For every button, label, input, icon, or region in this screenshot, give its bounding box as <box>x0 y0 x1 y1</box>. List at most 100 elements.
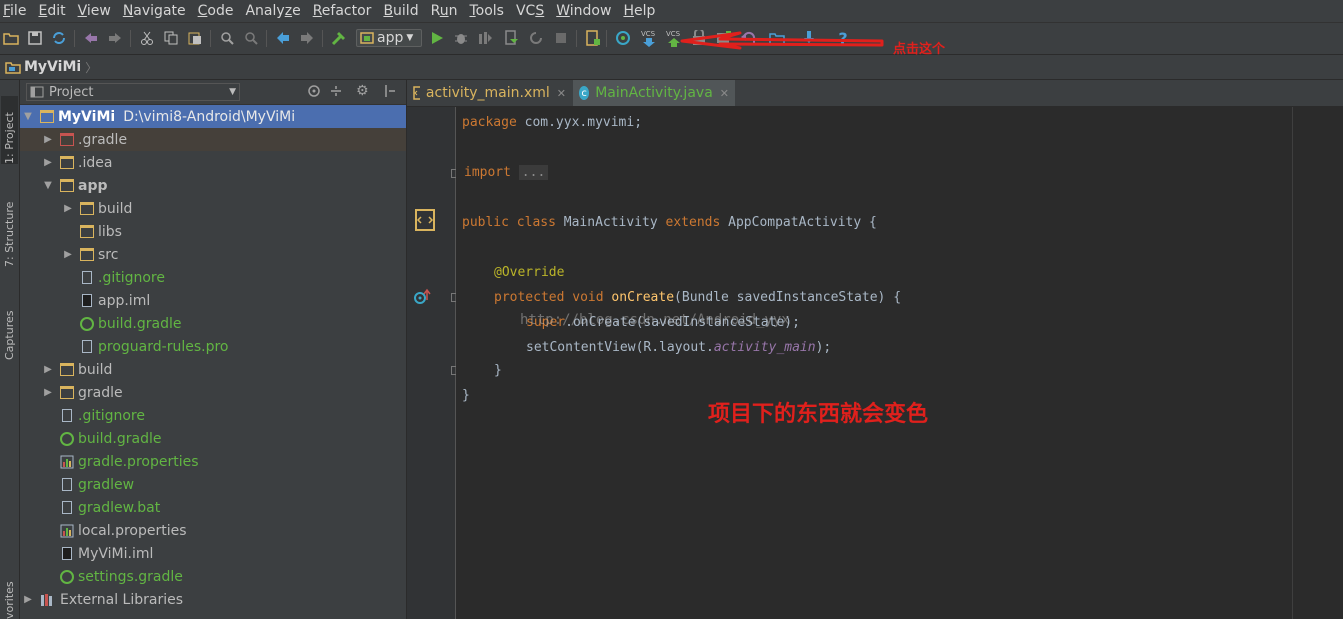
tree-item[interactable]: ▼ app <box>20 174 406 197</box>
project-view-selector[interactable]: Project ▼ <box>26 83 240 101</box>
code-editor[interactable]: package com.yyx.myvimi; import ... publi… <box>456 107 1343 619</box>
editor-gutter <box>407 107 460 619</box>
close-icon[interactable]: ✕ <box>557 87 566 100</box>
menu-refactor[interactable]: Refactor <box>309 3 376 19</box>
find-icon[interactable] <box>218 29 236 47</box>
override-marker-icon[interactable] <box>413 288 433 306</box>
tree-item-label: settings.gradle <box>78 568 183 585</box>
collapse-all-icon[interactable] <box>329 84 343 102</box>
folder-icon <box>80 248 94 261</box>
forward-icon[interactable] <box>298 29 316 47</box>
menu-run[interactable]: Run <box>427 3 462 19</box>
toolbar-separator <box>130 30 131 47</box>
save-all-icon[interactable] <box>26 29 44 47</box>
tree-item[interactable]: ▶ gradle <box>20 381 406 404</box>
scroll-from-source-icon[interactable] <box>307 84 321 102</box>
expand-arrow-icon: ▶ <box>44 134 52 145</box>
sync-gradle-icon[interactable] <box>614 29 632 47</box>
menu-code[interactable]: Code <box>194 3 238 19</box>
project-panel-title: Project <box>49 84 94 100</box>
tab-project-tool[interactable]: 1: Project <box>1 96 18 164</box>
tree-item-label: local.properties <box>78 522 187 539</box>
tree-item[interactable]: ▶ build <box>20 358 406 381</box>
expand-arrow-icon: ▶ <box>44 157 52 168</box>
replace-icon[interactable] <box>242 29 260 47</box>
tree-item-label: .gitignore <box>98 269 165 286</box>
code-line: package com.yyx.myvimi; <box>462 115 643 130</box>
tree-item[interactable]: libs <box>20 220 406 243</box>
tree-item[interactable]: gradlew <box>20 473 406 496</box>
tree-item[interactable]: gradlew.bat <box>20 496 406 519</box>
tab-favorites-tool[interactable]: vorites <box>1 580 18 619</box>
tab-mainactivity-java[interactable]: c MainActivity.java ✕ <box>573 80 735 106</box>
tree-item[interactable]: build.gradle <box>20 312 406 335</box>
redo-icon[interactable] <box>106 29 124 47</box>
run-icon[interactable] <box>428 29 446 47</box>
tool-window-strip: 1: Project 7: Structure Captures vorites <box>0 80 20 619</box>
stop-icon[interactable] <box>552 29 570 47</box>
menu-view[interactable]: View <box>74 3 115 19</box>
hide-panel-icon[interactable] <box>384 84 396 102</box>
undo-icon[interactable] <box>82 29 100 47</box>
tab-structure-tool[interactable]: 7: Structure <box>1 192 18 267</box>
tab-captures-tool[interactable]: Captures <box>1 292 18 360</box>
tree-item[interactable]: MyViMi.iml <box>20 542 406 565</box>
android-module-icon <box>360 32 374 44</box>
menu-window[interactable]: Window <box>552 3 615 19</box>
tree-item-label: build.gradle <box>98 315 182 332</box>
tree-item[interactable]: proguard-rules.pro <box>20 335 406 358</box>
svg-text:VCS: VCS <box>666 30 681 38</box>
run-config-select[interactable]: app ▼ <box>356 29 422 47</box>
tree-item[interactable]: ▶ External Libraries <box>20 588 406 611</box>
menu-tools[interactable]: Tools <box>465 3 508 19</box>
tree-root-myvimi[interactable]: ▼ MyViMi D:\vimi8-Android\MyViMi <box>20 105 406 128</box>
paste-icon[interactable] <box>186 29 204 47</box>
tree-item[interactable]: app.iml <box>20 289 406 312</box>
menu-edit[interactable]: Edit <box>34 3 69 19</box>
layout-file-marker-icon[interactable] <box>414 208 436 232</box>
menu-file[interactable]: File <box>0 3 30 19</box>
tree-item[interactable]: gradle.properties <box>20 450 406 473</box>
menu-navigate[interactable]: Navigate <box>119 3 190 19</box>
text-file-icon <box>62 478 72 491</box>
open-folder-icon[interactable] <box>2 29 20 47</box>
breadcrumb[interactable]: MyViMi 〉 <box>0 59 97 76</box>
cut-icon[interactable] <box>138 29 156 47</box>
tree-item[interactable]: settings.gradle <box>20 565 406 588</box>
chevron-down-icon: ▼ <box>406 33 414 43</box>
apply-changes-icon[interactable] <box>502 29 520 47</box>
tab-activity-main-xml[interactable]: activity_main.xml ✕ <box>407 80 572 106</box>
copy-icon[interactable] <box>162 29 180 47</box>
avd-manager-icon[interactable] <box>584 29 602 47</box>
menu-vcs[interactable]: VCS <box>512 3 548 19</box>
back-icon[interactable] <box>274 29 292 47</box>
tree-item[interactable]: ▶ build <box>20 197 406 220</box>
annotation-arrow-icon <box>680 31 884 50</box>
tree-item[interactable]: .gitignore <box>20 404 406 427</box>
code-line: @Override <box>494 265 565 280</box>
sync-icon[interactable] <box>50 29 68 47</box>
toolbar-separator <box>74 30 75 47</box>
close-icon[interactable]: ✕ <box>720 87 729 100</box>
make-project-icon[interactable] <box>330 29 348 47</box>
tree-item[interactable]: ▶ src <box>20 243 406 266</box>
run-config-label: app <box>377 30 404 46</box>
watermark-text: http://blog.csdn.net/Android_yyx <box>520 312 790 328</box>
tree-item[interactable]: build.gradle <box>20 427 406 450</box>
debug-icon[interactable] <box>452 29 470 47</box>
rerun-icon[interactable] <box>527 29 545 47</box>
menu-help[interactable]: Help <box>619 3 659 19</box>
gradle-file-icon <box>60 569 74 584</box>
menu-analyze[interactable]: Analyze <box>241 3 304 19</box>
tree-item[interactable]: .gitignore <box>20 266 406 289</box>
toolbar-separator <box>576 30 577 47</box>
tree-item[interactable]: ▶ .idea <box>20 151 406 174</box>
tree-item[interactable]: local.properties <box>20 519 406 542</box>
menu-build[interactable]: Build <box>379 3 422 19</box>
settings-gear-icon[interactable]: ⚙ <box>356 83 369 99</box>
coverage-icon[interactable] <box>476 29 494 47</box>
tab-captures-tool-label: Captures <box>3 310 16 360</box>
tree-item-label: gradle <box>78 384 123 401</box>
tree-item[interactable]: ▶ .gradle <box>20 128 406 151</box>
vcs-update-icon[interactable]: VCS <box>640 29 658 47</box>
